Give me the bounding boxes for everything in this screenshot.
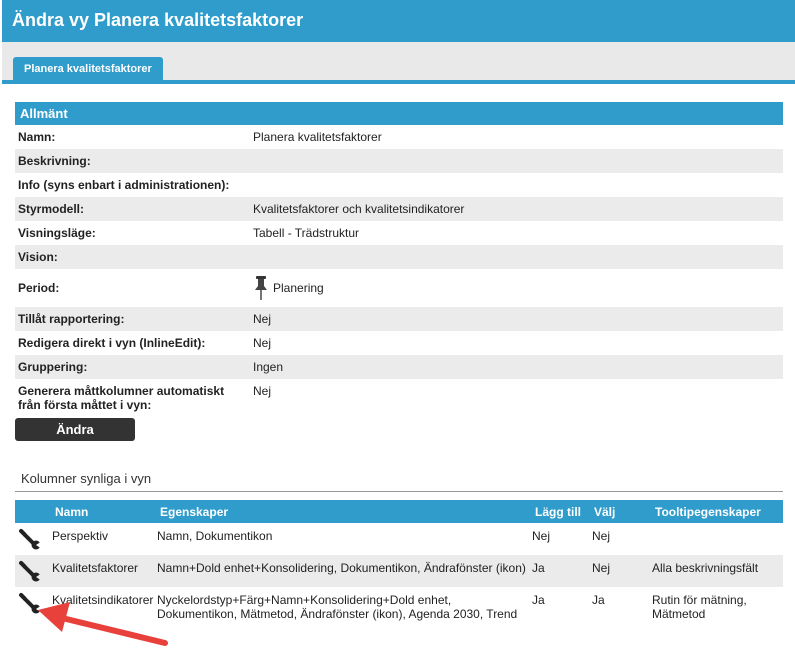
cell-namn: Perspektiv: [52, 529, 109, 543]
cell-lagg-till: Ja: [532, 593, 545, 607]
edit-button[interactable]: Ändra: [15, 418, 135, 441]
cell-egenskaper: Namn+Dold enhet+Konsolidering, Dokumenti…: [157, 561, 526, 575]
cell-tooltip-line1: Rutin för mätning,: [652, 593, 747, 607]
property-label: Redigera direkt i vyn (InlineEdit):: [18, 336, 206, 350]
property-value: Kvalitetsfaktorer och kvalitetsindikator…: [253, 202, 465, 216]
pushpin-icon: [255, 276, 267, 300]
property-label: Beskrivning:: [18, 154, 91, 168]
property-label: Info (syns enbart i administrationen):: [18, 178, 230, 192]
property-value: Nej: [253, 336, 272, 350]
cell-valj: Ja: [592, 593, 605, 607]
column-header-egenskaper: Egenskaper: [160, 505, 229, 519]
property-row-visningslage: Visningsläge: Tabell - Trädstruktur: [15, 221, 783, 245]
cell-tooltip-line2: Mätmetod: [652, 607, 706, 621]
cell-lagg-till: Nej: [532, 529, 551, 543]
cell-namn: Kvalitetsindikatorer: [52, 593, 154, 607]
property-row-inline-edit: Redigera direkt i vyn (InlineEdit): Nej: [15, 331, 783, 355]
column-header-namn: Namn: [55, 505, 89, 519]
cell-tooltip: Alla beskrivningsfält: [652, 561, 759, 575]
property-label: Period:: [18, 281, 60, 295]
columns-table-header: Namn Egenskaper Lägg till Välj Tooltipeg…: [15, 500, 783, 523]
property-value: Ingen: [253, 360, 284, 374]
page-title: Ändra vy Planera kvalitetsfaktorer: [12, 10, 304, 30]
property-row-generera-mattkolumner: Generera måttkolumner automatiskt från f…: [15, 379, 783, 415]
property-row-styrmodell: Styrmodell: Kvalitetsfaktorer och kvalit…: [15, 197, 783, 221]
tab-bar: Planera kvalitetsfaktorer: [2, 42, 795, 84]
cell-egenskaper: Namn, Dokumentikon: [157, 529, 273, 543]
property-row-gruppering: Gruppering: Ingen: [15, 355, 783, 379]
column-header-valj: Välj: [594, 505, 616, 519]
property-value: Nej: [253, 384, 272, 398]
columns-section-title: Kolumner synliga i vyn: [21, 471, 152, 486]
table-row: Kvalitetsindikatorer Nyckelordstyp+Färg+…: [15, 587, 783, 631]
property-row-info: Info (syns enbart i administrationen):: [15, 173, 783, 197]
divider: [15, 491, 783, 492]
property-value: Planering: [273, 281, 324, 295]
property-label: Visningsläge:: [18, 226, 96, 240]
page-header: Ändra vy Planera kvalitetsfaktorer: [2, 0, 795, 42]
property-label: Tillåt rapportering:: [18, 312, 125, 326]
property-label: Styrmodell:: [18, 202, 85, 216]
property-label: Gruppering:: [18, 360, 88, 374]
property-label-line1: Generera måttkolumner automatiskt: [18, 384, 225, 398]
property-value: Nej: [253, 312, 272, 326]
property-label-line2: från första måttet i vyn:: [18, 398, 152, 412]
property-row-namn: Namn: Planera kvalitetsfaktorer: [15, 125, 783, 149]
wrench-icon[interactable]: [18, 528, 42, 550]
cell-egenskaper-line1: Nyckelordstyp+Färg+Namn+Konsolidering+Do…: [157, 593, 452, 607]
column-header-lagg-till: Lägg till: [535, 505, 581, 519]
tab-planera-kvalitetsfaktorer[interactable]: Planera kvalitetsfaktorer: [13, 57, 163, 80]
property-value: Planera kvalitetsfaktorer: [253, 130, 382, 144]
property-label: Vision:: [18, 250, 58, 264]
wrench-icon[interactable]: [18, 560, 42, 582]
property-row-vision: Vision:: [15, 245, 783, 269]
cell-lagg-till: Ja: [532, 561, 545, 575]
cell-valj: Nej: [592, 529, 611, 543]
property-row-tillat-rapportering: Tillåt rapportering: Nej: [15, 307, 783, 331]
property-row-period: Period: Planering: [15, 269, 783, 307]
property-label: Namn:: [18, 130, 56, 144]
table-row: Kvalitetsfaktorer Namn+Dold enhet+Konsol…: [15, 555, 783, 587]
table-row: Perspektiv Namn, Dokumentikon Nej Nej: [15, 523, 783, 555]
wrench-icon[interactable]: [18, 592, 42, 614]
cell-valj: Nej: [592, 561, 611, 575]
column-header-tooltip: Tooltipegenskaper: [655, 505, 761, 519]
section-heading-allmant: Allmänt: [15, 102, 783, 125]
cell-egenskaper-line2: Dokumentikon, Mätmetod, Ändrafönster (ik…: [157, 607, 518, 621]
property-row-beskrivning: Beskrivning:: [15, 149, 783, 173]
property-value: Tabell - Trädstruktur: [253, 226, 360, 240]
cell-namn: Kvalitetsfaktorer: [52, 561, 139, 575]
